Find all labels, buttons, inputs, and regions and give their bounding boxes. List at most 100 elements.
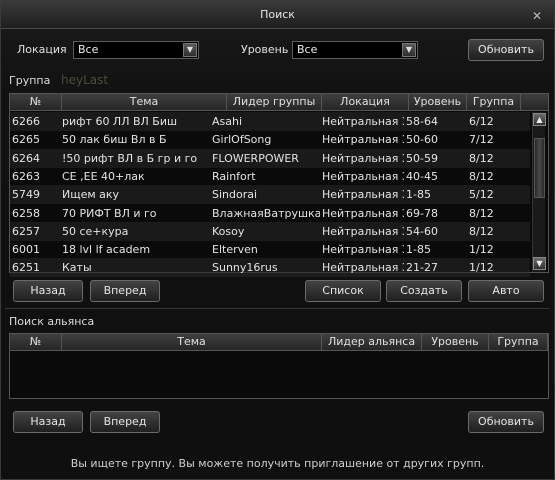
group-table-header: № Тема Лидер группы Локация Уровень Группа <box>10 94 548 111</box>
table-row[interactable]: 6251 Каты Sunny16rus Нейтральная Зо21-27 1/1… <box>10 258 530 278</box>
search-window: Поиск ✕ Локация Все ▼ Уровень Все ▼ Обно… <box>0 0 555 480</box>
title-bar: Поиск ✕ <box>1 1 554 29</box>
table-cell: 50 се+кура <box>62 224 129 238</box>
table-cell: Нейтральная Зо <box>322 188 404 202</box>
group-column-header[interactable]: Группа <box>467 94 521 111</box>
group-scrollbar[interactable]: ▲ ▼ <box>532 112 546 272</box>
group-column-header[interactable]: Локация <box>322 94 409 111</box>
table-cell: Каты <box>62 261 92 275</box>
group-column-header[interactable]: № <box>10 94 62 111</box>
table-row[interactable]: 6265 50 лак биш Вл в Б GirlOfSong Нейтральн… <box>10 130 530 149</box>
table-cell: 69-78 <box>406 206 438 220</box>
table-cell: рифт 60 ЛЛ ВЛ Биш <box>62 115 178 128</box>
list-button[interactable]: Список <box>305 280 381 302</box>
table-row[interactable]: 6257 50 се+кура Kosoy Нейтральная Зо54-60 8/… <box>10 221 530 241</box>
table-cell: 1-85 <box>406 243 431 257</box>
table-cell: Нейтральная Зо <box>322 151 404 165</box>
scroll-thumb[interactable] <box>534 138 545 198</box>
table-cell: 6264 <box>12 151 40 165</box>
table-cell: 6265 <box>12 133 40 147</box>
table-cell: 8/12 <box>469 151 494 165</box>
table-cell: Asahi <box>212 115 243 128</box>
alliance-section-label: Поиск альянса <box>9 315 95 328</box>
table-cell: Kosoy <box>212 224 245 238</box>
location-select[interactable]: Все ▼ <box>73 41 199 59</box>
table-cell: 6251 <box>12 261 40 275</box>
auto-button[interactable]: Авто <box>468 280 544 302</box>
table-cell: Rainfort <box>212 169 256 183</box>
table-cell: Elterven <box>212 243 258 257</box>
table-cell: 18 lvl lf academ <box>62 243 151 257</box>
table-cell: FLOWERPOWER <box>212 151 299 165</box>
alliance-back-button[interactable]: Назад <box>13 411 83 433</box>
table-cell: 1/12 <box>469 261 494 275</box>
table-cell: 5/12 <box>469 188 494 202</box>
alliance-forward-button[interactable]: Вперед <box>90 411 160 433</box>
alliance-column-header[interactable]: Уровень <box>422 334 489 351</box>
group-forward-button[interactable]: Вперед <box>90 280 160 302</box>
table-cell: Нейтральная Зо <box>322 115 404 128</box>
status-message: Вы ищете группу. Вы можете получить приг… <box>70 457 485 470</box>
group-back-button[interactable]: Назад <box>13 280 83 302</box>
table-cell: Нейтральная Зо <box>322 224 404 238</box>
chevron-down-icon[interactable]: ▼ <box>183 43 197 57</box>
table-cell: 5749 <box>12 188 40 202</box>
table-cell: 7/12 <box>469 133 494 147</box>
table-cell: Sunny16rus <box>212 261 278 275</box>
alliance-table-header: № Тема Лидер альянса Уровень Группа <box>10 334 548 351</box>
alliance-refresh-button[interactable]: Обновить <box>468 411 544 433</box>
table-cell: Sindorai <box>212 188 258 202</box>
table-cell: 6257 <box>12 224 40 238</box>
group-column-header[interactable]: Тема <box>62 94 227 111</box>
alliance-column-header[interactable]: № <box>10 334 62 351</box>
table-cell: 54-60 <box>406 224 438 238</box>
table-cell: 8/12 <box>469 224 494 238</box>
table-cell: 50-60 <box>406 133 438 147</box>
section-divider <box>5 308 550 309</box>
table-cell: 6/12 <box>469 115 494 128</box>
group-table: № Тема Лидер группы Локация Уровень Группа 62… <box>9 93 549 278</box>
group-column-header[interactable]: Лидер группы <box>227 94 322 111</box>
table-row[interactable]: 6264 !50 рифт ВЛ в Б гр и го FLOWERPOWER Не… <box>10 148 530 168</box>
create-button[interactable]: Создать <box>386 280 462 302</box>
table-cell: Нейтральная Зо <box>322 261 404 275</box>
group-column-header[interactable]: Уровень <box>409 94 467 111</box>
table-cell: ВлажнаяВатрушка <box>212 206 320 220</box>
level-select[interactable]: Все ▼ <box>292 41 418 59</box>
table-cell: 58-64 <box>406 115 438 128</box>
table-row[interactable]: 6001 18 lvl lf academ Elterven Нейтральная … <box>10 240 530 259</box>
scroll-up-icon[interactable]: ▲ <box>533 113 546 126</box>
table-cell: 50 лак биш Вл в Б <box>62 133 167 147</box>
location-label: Локация <box>17 43 67 56</box>
table-cell: Нейтральная Зо <box>322 169 404 183</box>
close-icon[interactable]: ✕ <box>530 9 544 23</box>
refresh-button[interactable]: Обновить <box>468 39 544 61</box>
table-row[interactable]: 6263 СЕ ,ЕЕ 40+лак Rainfort Нейтральная Зо4… <box>10 167 530 186</box>
table-cell: Нейтральная Зо <box>322 206 404 220</box>
table-row[interactable]: 6258 70 РИФТ ВЛ и го ВлажнаяВатрушка Нейтра… <box>10 204 530 223</box>
location-select-value: Все <box>78 43 99 56</box>
alliance-column-header[interactable]: Лидер альянса <box>322 334 422 351</box>
table-cell: 50-59 <box>406 151 438 165</box>
table-cell: СЕ ,ЕЕ 40+лак <box>62 169 145 183</box>
level-select-value: Все <box>297 43 318 56</box>
table-cell: 70 РИФТ ВЛ и го <box>62 206 157 220</box>
table-cell: 6258 <box>12 206 40 220</box>
table-cell: 21-27 <box>406 261 438 275</box>
table-cell: Нейтральная Зо <box>322 243 404 257</box>
scroll-down-icon[interactable]: ▼ <box>533 257 546 270</box>
table-cell: GirlOfSong <box>212 133 272 147</box>
table-row[interactable]: 5749 Ищем аку Sindorai Нейтральная Зо1-85 5/… <box>10 185 530 205</box>
alliance-column-header[interactable]: Группа <box>489 334 548 351</box>
chevron-down-icon[interactable]: ▼ <box>402 43 416 57</box>
window-title: Поиск <box>260 8 295 21</box>
alliance-column-header[interactable]: Тема <box>62 334 322 351</box>
table-cell: 8/12 <box>469 169 494 183</box>
table-cell: !50 рифт ВЛ в Б гр и го <box>62 151 198 165</box>
table-cell: 1-85 <box>406 188 431 202</box>
alliance-table: № Тема Лидер альянса Уровень Группа <box>9 333 549 399</box>
table-row[interactable]: 6266 рифт 60 ЛЛ ВЛ Биш Asahi Нейтральная Зо… <box>10 112 530 131</box>
group-section-label: Группа <box>9 74 51 87</box>
table-cell: 1/12 <box>469 243 494 257</box>
table-cell: 40-45 <box>406 169 438 183</box>
